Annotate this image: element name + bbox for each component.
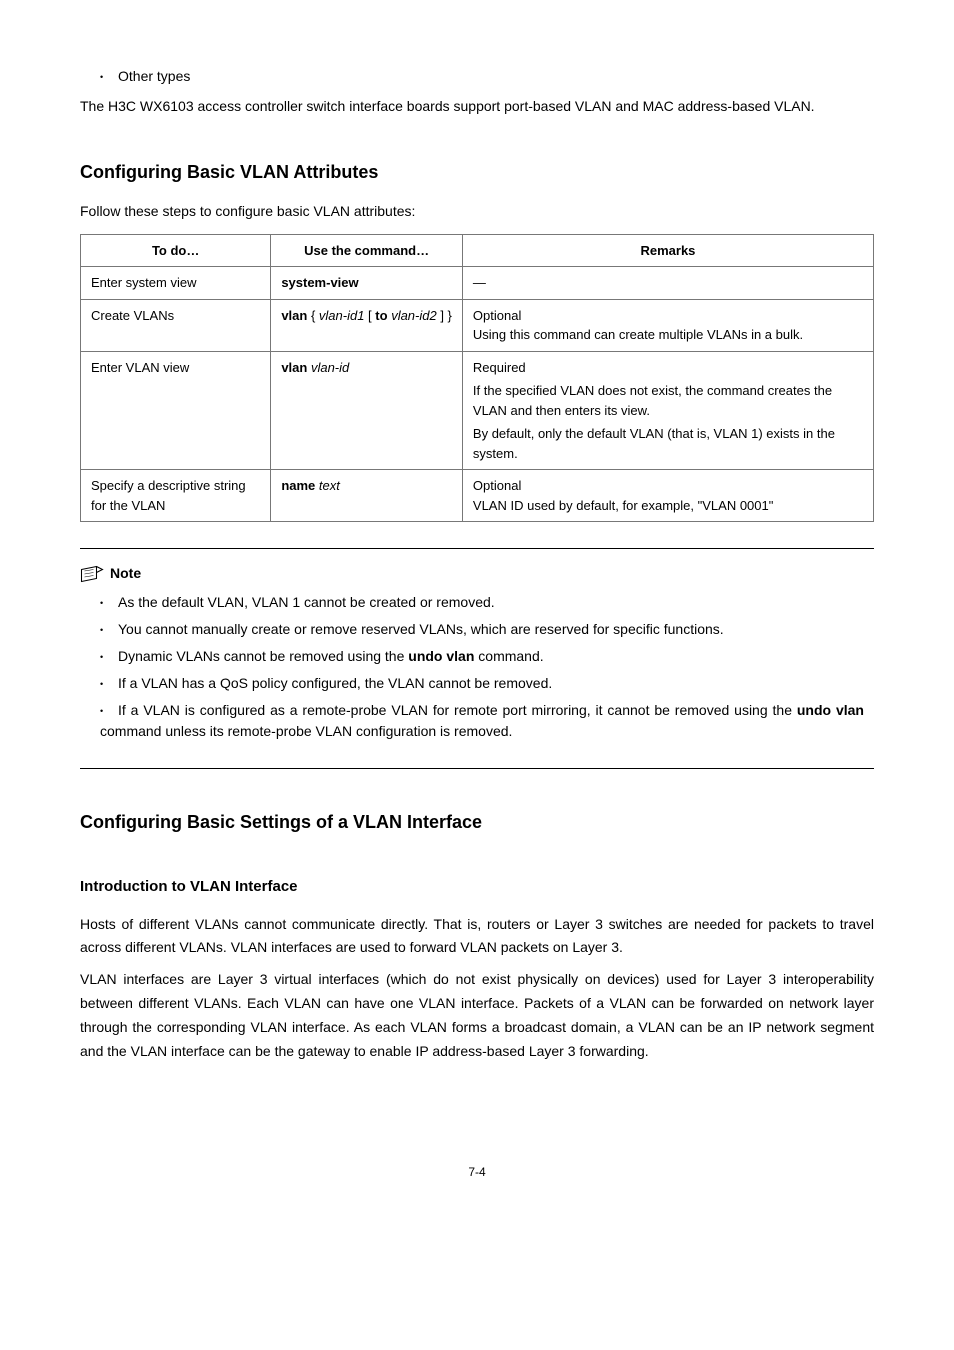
vlan-attributes-table: To do… Use the command… Remarks Enter sy… <box>80 234 874 523</box>
cmd-sep: ] } <box>437 308 452 323</box>
cmd-arg: vlan-id1 <box>319 308 365 323</box>
section2-para2: VLAN interfaces are Layer 3 virtual inte… <box>80 968 874 1063</box>
note-text: As the default VLAN, VLAN 1 cannot be cr… <box>118 594 495 610</box>
remark-line: VLAN ID used by default, for example, "V… <box>473 496 863 516</box>
note-text: command unless its remote-probe VLAN con… <box>100 723 512 739</box>
table-row: Enter system view system-view — <box>81 267 874 300</box>
remark-line: By default, only the default VLAN (that … <box>473 424 863 463</box>
col-header-remarks: Remarks <box>462 234 873 267</box>
cell-todo: Enter system view <box>81 267 271 300</box>
remark-line: Optional <box>473 306 863 326</box>
cell-todo: Create VLANs <box>81 299 271 351</box>
note-bullet: If a VLAN has a QoS policy configured, t… <box>100 673 874 694</box>
remark-line: If the specified VLAN does not exist, th… <box>473 381 863 420</box>
note-bullet: Dynamic VLANs cannot be removed using th… <box>100 646 874 667</box>
cmd-arg: vlan-id2 <box>391 308 437 323</box>
cell-todo: Specify a descriptive string for the VLA… <box>81 470 271 522</box>
cmd-keyword: vlan <box>281 308 307 323</box>
note-label: Note <box>110 563 141 584</box>
note-cmd: undo vlan <box>797 702 864 718</box>
cmd-text: system-view <box>281 275 358 290</box>
cmd-arg: text <box>319 478 340 493</box>
intro-bullet: Other types <box>100 66 874 87</box>
table-row: Create VLANs vlan { vlan-id1 [ to vlan-i… <box>81 299 874 351</box>
col-header-todo: To do… <box>81 234 271 267</box>
section1-lead: Follow these steps to configure basic VL… <box>80 200 874 224</box>
note-box: Note As the default VLAN, VLAN 1 cannot … <box>80 548 874 769</box>
note-bullets: As the default VLAN, VLAN 1 cannot be cr… <box>80 592 874 742</box>
intro-paragraph: The H3C WX6103 access controller switch … <box>80 95 874 119</box>
note-header: Note <box>80 563 874 584</box>
table-row: Enter VLAN view vlan vlan-id Required If… <box>81 351 874 470</box>
section-heading-basic-vlan: Configuring Basic VLAN Attributes <box>80 159 874 186</box>
section-heading-vlan-interface: Configuring Basic Settings of a VLAN Int… <box>80 809 874 836</box>
cell-remarks: — <box>462 267 873 300</box>
cmd-sep: [ <box>364 308 375 323</box>
remark-line: Using this command can create multiple V… <box>473 325 863 345</box>
cell-remarks: Optional Using this command can create m… <box>462 299 873 351</box>
note-text: Dynamic VLANs cannot be removed using th… <box>118 648 408 664</box>
note-bullet: You cannot manually create or remove res… <box>100 619 874 640</box>
cmd-keyword: to <box>375 308 387 323</box>
section2-para1: Hosts of different VLANs cannot communic… <box>80 913 874 961</box>
note-bullet: As the default VLAN, VLAN 1 cannot be cr… <box>100 592 874 613</box>
note-icon <box>80 564 104 584</box>
cell-todo: Enter VLAN view <box>81 351 271 470</box>
cell-command: name text <box>271 470 463 522</box>
cmd-keyword: name <box>281 478 315 493</box>
col-header-command: Use the command… <box>271 234 463 267</box>
note-text: If a VLAN is configured as a remote-prob… <box>118 702 797 718</box>
note-text: You cannot manually create or remove res… <box>118 621 724 637</box>
cell-remarks: Optional VLAN ID used by default, for ex… <box>462 470 873 522</box>
cmd-keyword: vlan <box>281 360 307 375</box>
cmd-sep: { <box>307 308 319 323</box>
note-text: If a VLAN has a QoS policy configured, t… <box>118 675 552 691</box>
sub-heading-intro-vlan-interface: Introduction to VLAN Interface <box>80 876 874 899</box>
cmd-arg: vlan-id <box>311 360 349 375</box>
page-number: 7-4 <box>80 1163 874 1181</box>
intro-bullet-text: Other types <box>118 68 190 84</box>
cell-command: vlan { vlan-id1 [ to vlan-id2 ] } <box>271 299 463 351</box>
note-bullet: If a VLAN is configured as a remote-prob… <box>100 700 874 742</box>
cell-remarks: Required If the specified VLAN does not … <box>462 351 873 470</box>
cell-command: vlan vlan-id <box>271 351 463 470</box>
table-header-row: To do… Use the command… Remarks <box>81 234 874 267</box>
remark-line: Required <box>473 358 863 378</box>
note-cmd: undo vlan <box>408 648 474 664</box>
table-row: Specify a descriptive string for the VLA… <box>81 470 874 522</box>
remark-line: Optional <box>473 476 863 496</box>
note-text: command. <box>474 648 543 664</box>
cell-command: system-view <box>271 267 463 300</box>
